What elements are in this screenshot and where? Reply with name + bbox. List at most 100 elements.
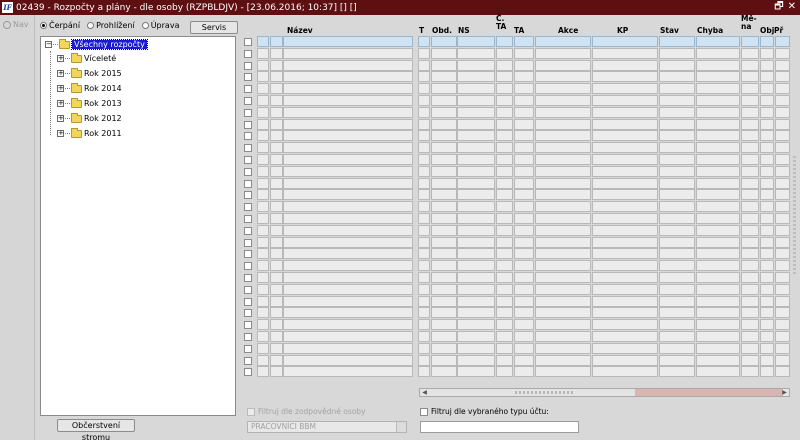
table-cell[interactable] bbox=[283, 260, 413, 272]
table-cell[interactable] bbox=[496, 142, 513, 154]
table-cell[interactable] bbox=[257, 165, 269, 177]
table-cell[interactable] bbox=[457, 106, 495, 118]
table-cell[interactable] bbox=[270, 248, 283, 260]
row-checkbox[interactable] bbox=[244, 321, 252, 330]
table-cell[interactable] bbox=[496, 165, 513, 177]
tree-node-label[interactable]: Víceleté bbox=[84, 54, 116, 63]
table-cell[interactable] bbox=[418, 71, 430, 83]
table-cell[interactable] bbox=[270, 95, 283, 106]
table-cell[interactable] bbox=[514, 36, 534, 47]
table-cell[interactable] bbox=[659, 342, 695, 354]
table-cell[interactable] bbox=[696, 260, 740, 272]
tree-node-label[interactable]: Rok 2014 bbox=[84, 84, 122, 93]
table-cell[interactable] bbox=[592, 83, 658, 95]
table-cell[interactable] bbox=[496, 71, 513, 83]
table-cell[interactable] bbox=[431, 307, 457, 319]
table-cell[interactable] bbox=[431, 331, 457, 342]
table-cell[interactable] bbox=[270, 118, 283, 130]
table-cell[interactable] bbox=[696, 331, 740, 342]
table-cell[interactable] bbox=[659, 319, 695, 331]
row-checkbox[interactable] bbox=[244, 285, 252, 294]
table-cell[interactable] bbox=[496, 83, 513, 95]
table-cell[interactable] bbox=[535, 272, 591, 283]
table-row[interactable] bbox=[242, 36, 790, 48]
table-row[interactable] bbox=[242, 118, 790, 131]
table-cell[interactable] bbox=[592, 130, 658, 142]
table-cell[interactable] bbox=[257, 71, 269, 83]
collapse-icon[interactable]: − bbox=[45, 41, 52, 48]
scroll-left-icon[interactable]: ◀ bbox=[420, 389, 429, 396]
table-cell[interactable] bbox=[592, 260, 658, 272]
table-cell[interactable] bbox=[514, 319, 534, 331]
radio-uprava[interactable]: Úprava bbox=[141, 21, 179, 30]
expand-icon[interactable]: + bbox=[57, 115, 64, 122]
table-cell[interactable] bbox=[760, 295, 774, 307]
table-cell[interactable] bbox=[496, 283, 513, 295]
table-row[interactable] bbox=[242, 366, 790, 378]
table-cell[interactable] bbox=[418, 354, 430, 366]
table-cell[interactable] bbox=[535, 36, 591, 47]
table-cell[interactable] bbox=[418, 59, 430, 71]
table-cell[interactable] bbox=[457, 154, 495, 165]
table-cell[interactable] bbox=[659, 95, 695, 106]
table-row[interactable] bbox=[242, 319, 790, 331]
table-cell[interactable] bbox=[418, 260, 430, 272]
row-checkbox[interactable] bbox=[244, 238, 252, 247]
table-cell[interactable] bbox=[535, 189, 591, 201]
row-checkbox[interactable] bbox=[244, 120, 252, 129]
table-cell[interactable] bbox=[775, 224, 790, 236]
table-cell[interactable] bbox=[496, 366, 513, 378]
table-row[interactable] bbox=[242, 236, 790, 249]
table-cell[interactable] bbox=[514, 354, 534, 366]
table-cell[interactable] bbox=[270, 36, 283, 47]
table-cell[interactable] bbox=[514, 307, 534, 319]
table-cell[interactable] bbox=[418, 177, 430, 189]
table-cell[interactable] bbox=[696, 248, 740, 260]
restore-icon[interactable]: 🗗 bbox=[774, 1, 783, 13]
row-checkbox[interactable] bbox=[244, 274, 252, 282]
table-cell[interactable] bbox=[283, 36, 413, 47]
table-cell[interactable] bbox=[270, 331, 283, 342]
table-cell[interactable] bbox=[741, 354, 759, 366]
table-cell[interactable] bbox=[418, 342, 430, 354]
table-cell[interactable] bbox=[257, 142, 269, 154]
table-cell[interactable] bbox=[431, 118, 457, 130]
table-cell[interactable] bbox=[283, 283, 413, 295]
table-cell[interactable] bbox=[418, 142, 430, 154]
table-cell[interactable] bbox=[257, 248, 269, 260]
table-row[interactable] bbox=[242, 95, 790, 107]
table-cell[interactable] bbox=[760, 331, 774, 342]
tree-node[interactable]: + Rok 2012 bbox=[57, 112, 122, 125]
table-cell[interactable] bbox=[457, 248, 495, 260]
table-cell[interactable] bbox=[535, 47, 591, 59]
horizontal-scrollbar[interactable]: ◀ ▶ bbox=[419, 388, 790, 397]
table-cell[interactable] bbox=[514, 189, 534, 201]
table-cell[interactable] bbox=[592, 354, 658, 366]
radio-prohlizeni-dot[interactable] bbox=[87, 22, 95, 29]
table-cell[interactable] bbox=[535, 177, 591, 189]
table-cell[interactable] bbox=[514, 331, 534, 342]
table-cell[interactable] bbox=[457, 177, 495, 189]
table-cell[interactable] bbox=[270, 342, 283, 354]
table-row[interactable] bbox=[242, 224, 790, 237]
table-cell[interactable] bbox=[257, 36, 269, 47]
table-cell[interactable] bbox=[283, 154, 413, 165]
table-cell[interactable] bbox=[431, 272, 457, 283]
table-row[interactable] bbox=[242, 295, 790, 308]
table-cell[interactable] bbox=[431, 342, 457, 354]
table-cell[interactable] bbox=[535, 342, 591, 354]
table-cell[interactable] bbox=[592, 342, 658, 354]
table-cell[interactable] bbox=[659, 366, 695, 378]
table-cell[interactable] bbox=[283, 342, 413, 354]
table-cell[interactable] bbox=[457, 260, 495, 272]
row-checkbox[interactable] bbox=[244, 85, 252, 94]
table-cell[interactable] bbox=[696, 71, 740, 83]
table-cell[interactable] bbox=[696, 319, 740, 331]
table-cell[interactable] bbox=[659, 177, 695, 189]
row-checkbox[interactable] bbox=[244, 156, 252, 164]
table-cell[interactable] bbox=[496, 130, 513, 142]
table-cell[interactable] bbox=[257, 354, 269, 366]
table-cell[interactable] bbox=[659, 213, 695, 224]
table-cell[interactable] bbox=[741, 47, 759, 59]
table-row[interactable] bbox=[242, 189, 790, 201]
